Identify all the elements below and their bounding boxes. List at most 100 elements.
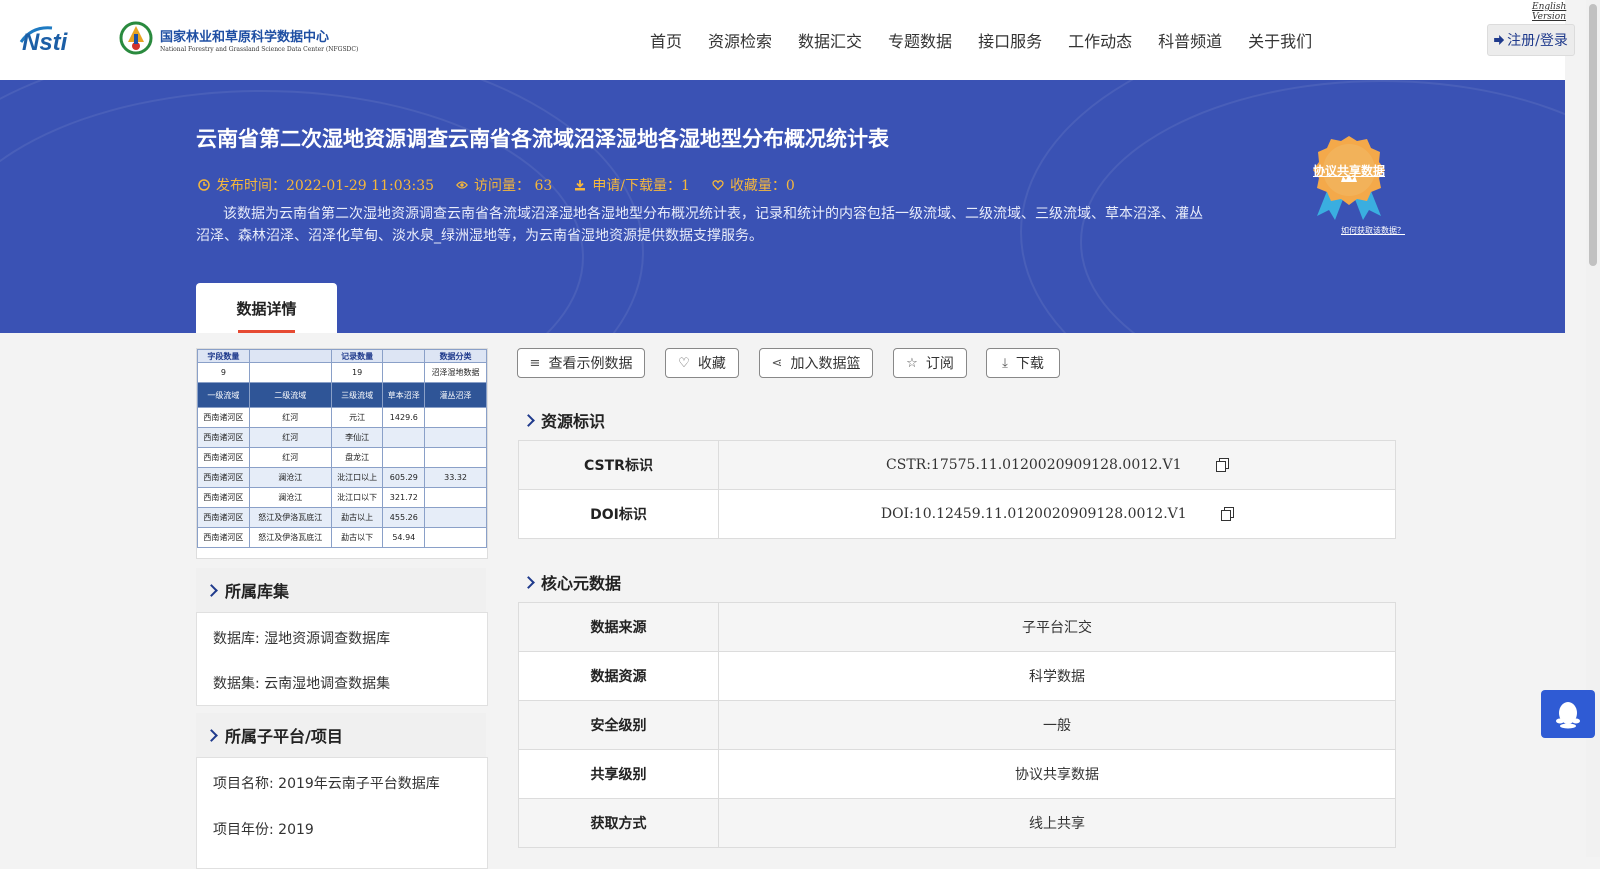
meta-key: 数据资源 bbox=[518, 651, 719, 701]
nav-science-channel[interactable]: 科普频道 bbox=[1158, 28, 1222, 52]
subscribe-button[interactable]: ☆ 订阅 bbox=[893, 348, 967, 378]
platform-section-title: 所属子平台/项目 bbox=[225, 727, 343, 746]
preview-cell: 西南诸河区 bbox=[197, 467, 250, 488]
download-button[interactable]: ⤓ 下载 bbox=[986, 348, 1060, 378]
dataset-title: 云南省第二次湿地资源调查云南省各流域沼泽湿地各湿地型分布概况统计表 bbox=[196, 127, 889, 151]
qq-penguin-icon bbox=[1556, 702, 1580, 729]
dataset-meta: 发布时间：2022-01-29 11:03:35 访问量： 63 申请/下载量：… bbox=[198, 175, 817, 195]
resource-id-title: 资源标识 bbox=[541, 412, 606, 431]
favorite-button[interactable]: ♡ 收藏 bbox=[665, 348, 739, 378]
preview-cell bbox=[424, 487, 487, 508]
library-dataset[interactable]: 数据集: 云南湿地调查数据集 bbox=[213, 673, 390, 693]
preview-cell: 605.29 bbox=[382, 467, 426, 488]
preview-cell: 澜沧江 bbox=[248, 487, 332, 508]
preview-cell: 红河 bbox=[248, 407, 332, 428]
copy-icon[interactable] bbox=[1215, 458, 1229, 472]
favorite-label: 收藏 bbox=[697, 356, 726, 372]
copy-icon[interactable] bbox=[1221, 507, 1235, 521]
data-preview-image[interactable]: 字段数量 记录数量 数据分类 9 19 沼泽湿地数据 一级流域 二级流域 三级流… bbox=[196, 348, 488, 559]
preview-cell: 西南诸河区 bbox=[197, 487, 250, 508]
preview-cell: 9 bbox=[197, 362, 250, 383]
preview-cell: 19 bbox=[330, 362, 384, 383]
download-count: 申请/下载量：1 bbox=[574, 175, 690, 195]
chevron-right-icon bbox=[522, 413, 535, 427]
scrollbar-thumb[interactable] bbox=[1589, 4, 1597, 266]
meta-key: 数据来源 bbox=[518, 602, 719, 652]
preview-cell: 怒江及伊洛瓦底江 bbox=[248, 527, 332, 548]
core-meta-table: 数据来源 子平台汇交 数据资源 科学数据 安全级别 一般 共享级别 协议共享数据 获取方… bbox=[518, 602, 1396, 848]
preview-cell: 西南诸河区 bbox=[197, 407, 250, 428]
preview-head-cell: 数据分类 bbox=[424, 349, 487, 363]
preview-cell: 54.94 bbox=[382, 527, 426, 548]
org-name-en: National Forestry and Grassland Science … bbox=[160, 46, 359, 53]
preview-cell bbox=[382, 427, 426, 448]
tab-active-underline bbox=[238, 330, 295, 333]
preview-col-header: 二级流域 bbox=[248, 382, 332, 408]
preview-cell bbox=[424, 427, 487, 448]
subscribe-label: 订阅 bbox=[925, 356, 954, 372]
login-button[interactable]: 注册/登录 bbox=[1487, 24, 1575, 56]
nav-topic-data[interactable]: 专题数据 bbox=[888, 28, 952, 52]
meta-value: 协议共享数据 bbox=[718, 749, 1396, 799]
preview-head-cell: 记录数量 bbox=[330, 349, 384, 363]
preview-cell: 怒江及伊洛瓦底江 bbox=[248, 507, 332, 528]
nav-news[interactable]: 工作动态 bbox=[1068, 28, 1132, 52]
preview-col-header: 一级流域 bbox=[197, 382, 250, 408]
qq-chat-button[interactable] bbox=[1541, 690, 1595, 738]
site-header: Nsti 国家林业和草原科学数据中心 National Forestry and… bbox=[0, 0, 1575, 80]
table-row: DOI标识 DOI:10.12459.11.0120020909128.0012… bbox=[518, 489, 1396, 539]
publish-time-text: 发布时间：2022-01-29 11:03:35 bbox=[216, 178, 435, 194]
meta-key: 安全级别 bbox=[518, 700, 719, 750]
preview-cell bbox=[382, 447, 426, 468]
add-to-basket-button[interactable]: ⋖ 加入数据篮 bbox=[759, 348, 873, 378]
eye-icon bbox=[456, 181, 469, 189]
nav-home[interactable]: 首页 bbox=[650, 28, 682, 52]
dataset-description: 该数据为云南省第二次湿地资源调查云南省各流域沼泽湿地各湿地型分布概况统计表，记录… bbox=[196, 206, 1203, 244]
cstr-value-cell: CSTR:17575.11.0120020909128.0012.V1 bbox=[718, 440, 1396, 490]
preview-cell: 沘江口以下 bbox=[330, 487, 384, 508]
english-version-link[interactable]: English Version bbox=[1532, 2, 1566, 22]
how-to-get-data-link[interactable]: 如何获取该数据？ bbox=[1341, 225, 1405, 236]
preview-head-cell bbox=[382, 349, 426, 363]
platform-box: 项目名称: 2019年云南子平台数据库 项目年份: 2019 bbox=[196, 757, 488, 869]
chevron-right-icon bbox=[205, 728, 218, 742]
nsti-logo[interactable]: Nsti bbox=[18, 22, 98, 58]
preview-cell: 盘龙江 bbox=[330, 447, 384, 468]
preview-col-header: 草本沼泽 bbox=[382, 382, 426, 408]
nav-data-submission[interactable]: 数据汇交 bbox=[798, 28, 862, 52]
cstr-value: CSTR:17575.11.0120020909128.0012.V1 bbox=[886, 457, 1182, 473]
library-section-header: 所属库集 bbox=[196, 568, 486, 612]
publish-time: 发布时间：2022-01-29 11:03:35 bbox=[198, 175, 434, 195]
heart-icon bbox=[712, 180, 724, 191]
resource-id-table: CSTR标识 CSTR:17575.11.0120020909128.0012.… bbox=[518, 440, 1396, 539]
library-database[interactable]: 数据库: 湿地资源调查数据库 bbox=[213, 628, 390, 648]
platform-section-header: 所属子平台/项目 bbox=[196, 713, 486, 757]
preview-col-header: 三级流域 bbox=[330, 382, 384, 408]
nav-resource-search[interactable]: 资源检索 bbox=[708, 28, 772, 52]
favorite-count: 收藏量：0 bbox=[712, 175, 795, 195]
library-section-title: 所属库集 bbox=[225, 582, 290, 601]
preview-col-header: 灌丛沼泽 bbox=[424, 382, 487, 408]
resource-id-header: 资源标识 bbox=[518, 408, 605, 432]
core-meta-title: 核心元数据 bbox=[541, 574, 622, 593]
nav-about[interactable]: 关于我们 bbox=[1248, 28, 1312, 52]
nfgsdc-emblem[interactable] bbox=[118, 20, 154, 60]
preview-cell bbox=[424, 407, 487, 428]
star-icon: ☆ bbox=[906, 355, 918, 371]
download-label: 下载 bbox=[1015, 356, 1044, 372]
preview-table: 字段数量 记录数量 数据分类 9 19 沼泽湿地数据 一级流域 二级流域 三级流… bbox=[197, 349, 487, 548]
tab-label: 数据详情 bbox=[236, 300, 297, 318]
org-name: 国家林业和草原科学数据中心 bbox=[160, 30, 330, 45]
preview-head-cell bbox=[248, 349, 332, 363]
share-level-badge-label[interactable]: 协议共享数据 bbox=[1307, 162, 1391, 179]
view-sample-data-label: 查看示例数据 bbox=[548, 356, 633, 372]
nav-api-service[interactable]: 接口服务 bbox=[978, 28, 1042, 52]
preview-cell bbox=[424, 447, 487, 468]
preview-head-cell: 字段数量 bbox=[197, 349, 250, 363]
download-icon: ⤓ bbox=[1002, 355, 1008, 371]
library-box: 数据库: 湿地资源调查数据库 数据集: 云南湿地调查数据集 bbox=[196, 612, 488, 706]
view-sample-data-button[interactable]: ≡ 查看示例数据 bbox=[517, 348, 645, 378]
preview-cell bbox=[424, 507, 487, 528]
table-row: 数据资源 科学数据 bbox=[518, 651, 1396, 701]
tab-data-details[interactable]: 数据详情 bbox=[196, 283, 337, 333]
